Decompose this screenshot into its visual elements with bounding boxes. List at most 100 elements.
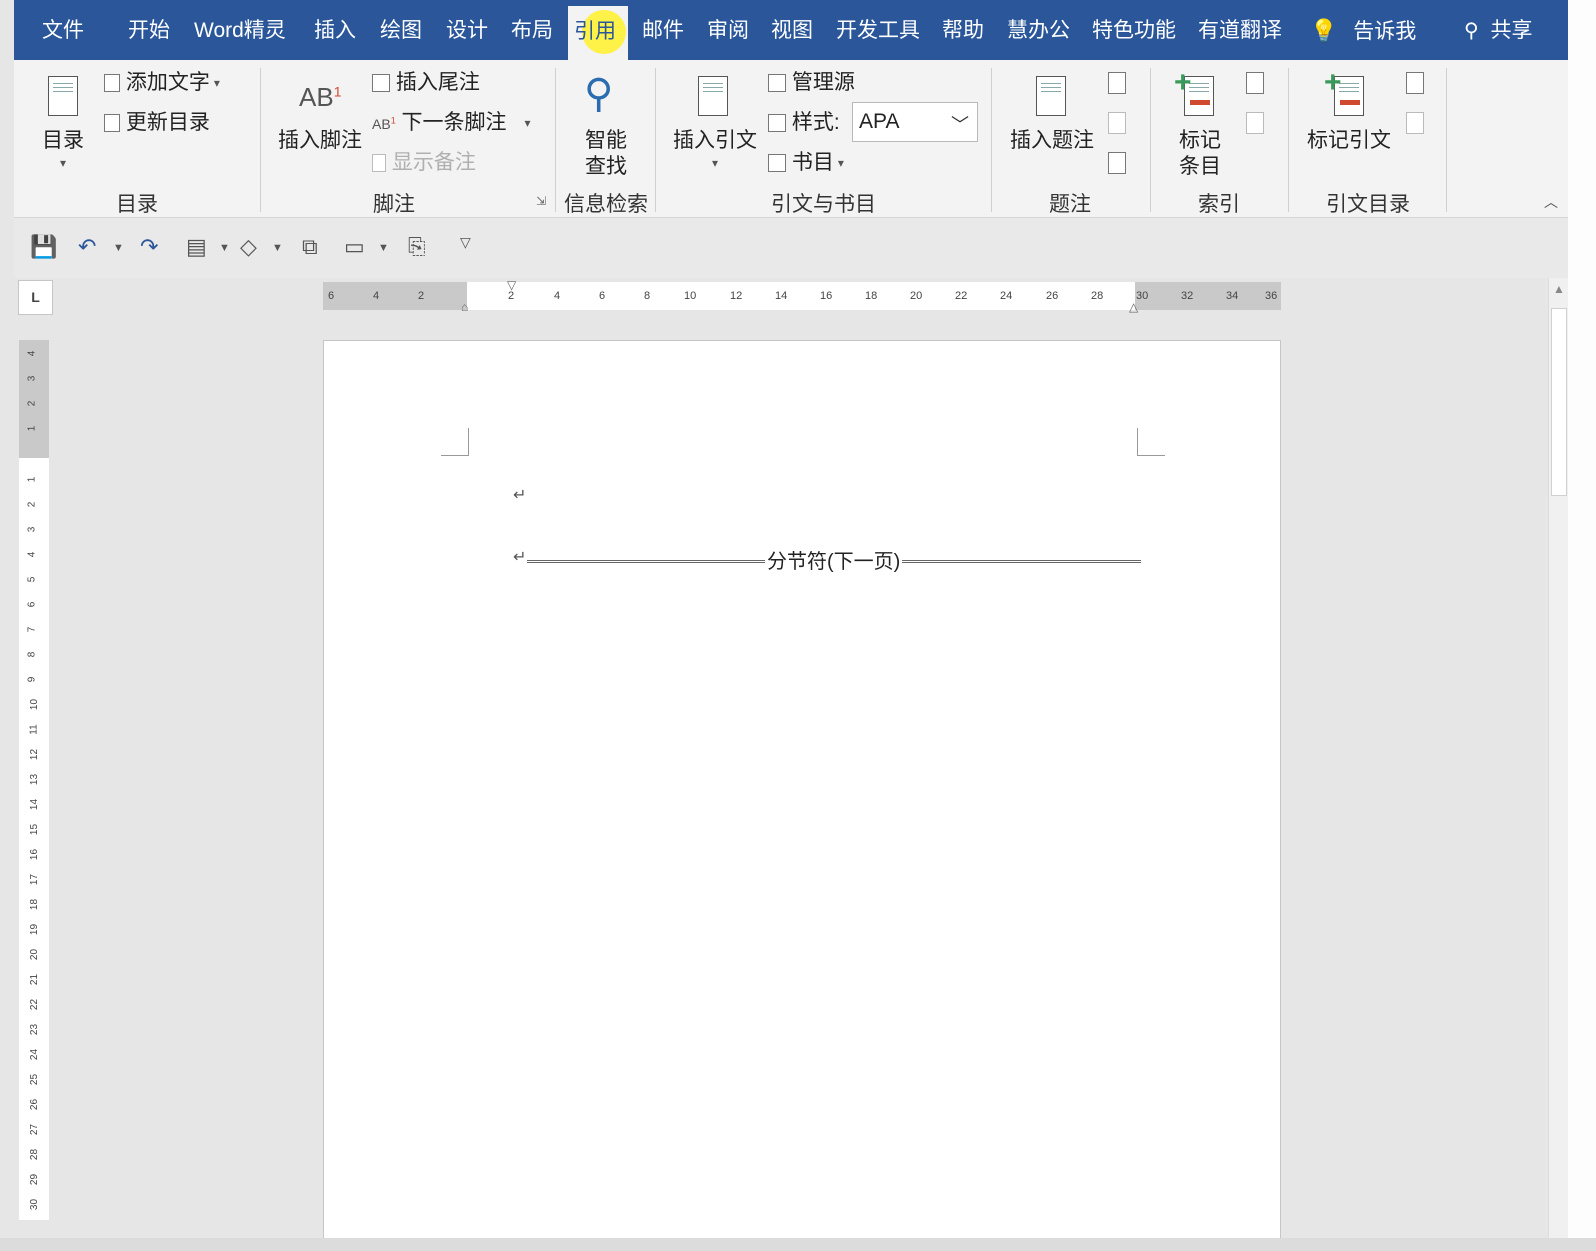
ruler-number: 18 [865, 290, 878, 302]
person-icon: ⚲ [1464, 20, 1479, 42]
ruler-number: 25 [29, 1073, 41, 1086]
ruler-number: 12 [29, 748, 41, 761]
ruler-number: 6 [599, 290, 606, 302]
tab-help[interactable]: 帮助 [936, 12, 990, 52]
text-box-dropdown-arrow[interactable]: ▼ [378, 242, 389, 254]
redo-icon[interactable]: ↷ [140, 234, 158, 260]
text-box-icon[interactable]: ▭ [344, 234, 365, 260]
tab-review[interactable]: 审阅 [701, 12, 755, 52]
right-indent-marker-icon[interactable]: △ [1129, 300, 1138, 314]
document-page[interactable]: ↵ ↵ 分节符(下一页) [323, 340, 1281, 1240]
tell-me-label: 告诉我 [1353, 20, 1417, 43]
update-toa-icon[interactable] [1406, 112, 1424, 134]
undo-icon[interactable]: ↶ [78, 234, 96, 260]
insert-endnote-button[interactable]: 插入尾注 [372, 70, 480, 95]
first-line-indent-marker-icon[interactable]: ▽ [507, 278, 516, 292]
style-label: 样式: [791, 111, 840, 134]
undo-dropdown-arrow[interactable]: ▼ [113, 242, 124, 254]
share-button[interactable]: ⚲ 共享 [1464, 12, 1533, 52]
ruler-number: 13 [29, 773, 41, 786]
tab-home[interactable]: 开始 [122, 12, 176, 52]
ribbon-references: 目录 ▾ 添加文字 ▾ 更新目录 目录 AB1 插入脚注 插入尾注 AB1 下一条… [14, 60, 1568, 218]
red-dash-icon [1190, 100, 1210, 105]
tab-youdao-translate[interactable]: 有道翻译 [1192, 12, 1288, 52]
tab-file[interactable]: 文件 [36, 12, 90, 52]
insert-footnote-label: 插入脚注 [278, 129, 362, 152]
shapes-icon[interactable]: ◇ [240, 234, 257, 260]
insert-table-of-figures-icon[interactable] [1108, 72, 1126, 94]
paragraph-mark[interactable]: ↵ [513, 485, 526, 505]
section-break-label: 分节符(下一页) [765, 545, 903, 574]
ruler-number: 1 [26, 425, 38, 432]
tab-layout[interactable]: 布局 [505, 12, 559, 52]
tab-huibangong[interactable]: 慧办公 [1001, 12, 1076, 52]
tab-references[interactable]: 引用 [568, 6, 628, 60]
manage-sources-button[interactable]: 管理源 [768, 70, 855, 95]
group-separator [260, 68, 261, 212]
vertical-scrollbar[interactable]: ▲ [1548, 278, 1568, 1238]
add-text-button[interactable]: 添加文字 ▾ [104, 70, 220, 95]
footnotes-dialog-launcher-icon[interactable]: ⇲ [536, 194, 546, 208]
ruler-number: 8 [26, 651, 38, 658]
insert-toa-icon[interactable] [1406, 72, 1424, 94]
shapes-dropdown-arrow[interactable]: ▼ [272, 242, 283, 254]
group-separator [1150, 68, 1151, 212]
endnote-icon [372, 74, 390, 93]
update-toc-button[interactable]: 更新目录 [104, 110, 210, 135]
cross-reference-icon[interactable] [1108, 152, 1126, 174]
group-separator [1288, 68, 1289, 212]
tab-view[interactable]: 视图 [765, 12, 819, 52]
lightbulb-icon: 💡 [1310, 18, 1338, 43]
citation-style-value: APA [859, 110, 900, 133]
page-setup-icon[interactable]: ▤ [186, 234, 207, 260]
tab-special-features[interactable]: 特色功能 [1086, 12, 1182, 52]
ruler-number: 15 [29, 823, 41, 836]
insert-caption-icon [1036, 76, 1066, 116]
page-setup-dropdown-arrow[interactable]: ▼ [219, 242, 230, 254]
tab-developer[interactable]: 开发工具 [830, 12, 926, 52]
next-footnote-button[interactable]: AB1 下一条脚注 ▾ [372, 110, 531, 135]
next-footnote-icon: AB1 [372, 115, 396, 132]
left-indent-marker-icon[interactable]: ⌂ [461, 300, 468, 314]
tab-design[interactable]: 设计 [440, 12, 494, 52]
collapse-ribbon-icon[interactable]: ︿ [1544, 194, 1558, 211]
smart-lookup-label-2: 查找 [585, 155, 627, 178]
style-label-wrap: 样式: [768, 110, 840, 135]
chevron-down-icon: ﹀ [951, 115, 969, 135]
group-separator [991, 68, 992, 212]
insert-citation-dropdown-arrow: ▾ [712, 156, 719, 170]
tab-draw[interactable]: 绘图 [374, 12, 428, 52]
group-label-toa: 引文目录 [1326, 193, 1410, 216]
section-break-next-page[interactable]: ↵ 分节符(下一页) [513, 545, 1141, 574]
next-footnote-label: 下一条脚注 [401, 111, 507, 134]
ruler-number: 20 [29, 948, 41, 961]
tab-mailings[interactable]: 邮件 [636, 12, 690, 52]
tab-insert[interactable]: 插入 [308, 12, 362, 52]
group-label-captions: 题注 [1049, 193, 1091, 216]
show-notes-button[interactable]: 显示备注 [372, 150, 476, 175]
tab-word-wizard[interactable]: Word精灵 [188, 12, 292, 52]
horizontal-ruler[interactable]: 6 4 2 2 4 6 8 10 12 14 16 18 20 22 24 26… [323, 278, 1281, 314]
save-icon[interactable]: 💾 [30, 234, 57, 260]
tell-me-box[interactable]: 💡 告诉我 [1304, 12, 1422, 52]
tab-stop-selector[interactable]: L [18, 280, 53, 315]
margin-corner-top-right [1137, 428, 1165, 456]
print-preview-icon[interactable]: ⎘ [408, 234, 426, 260]
ruler-number: 4 [26, 350, 38, 357]
scroll-up-icon[interactable]: ▲ [1553, 282, 1565, 296]
citation-style-select[interactable]: APA ﹀ [852, 102, 978, 142]
vertical-ruler[interactable]: 4 3 2 1 1 2 3 4 5 6 7 8 9 10 11 12 13 14… [19, 340, 49, 1220]
green-plus-icon: + [1174, 66, 1192, 99]
margin-corner-top-left [441, 428, 469, 456]
mark-entry-label-1: 标记 [1179, 129, 1221, 152]
ruler-number: 4 [26, 551, 38, 558]
customize-qat-icon[interactable]: ▽ [460, 234, 471, 251]
insert-index-icon[interactable] [1246, 72, 1264, 94]
ruler-number: 26 [1046, 290, 1059, 302]
insert-object-icon[interactable]: ⧉ [302, 234, 318, 260]
ruler-number: 28 [29, 1148, 41, 1161]
update-table-icon[interactable] [1108, 112, 1126, 134]
update-index-icon[interactable] [1246, 112, 1264, 134]
bibliography-button[interactable]: 书目 ▾ [768, 150, 844, 175]
scrollbar-thumb[interactable] [1551, 308, 1567, 496]
